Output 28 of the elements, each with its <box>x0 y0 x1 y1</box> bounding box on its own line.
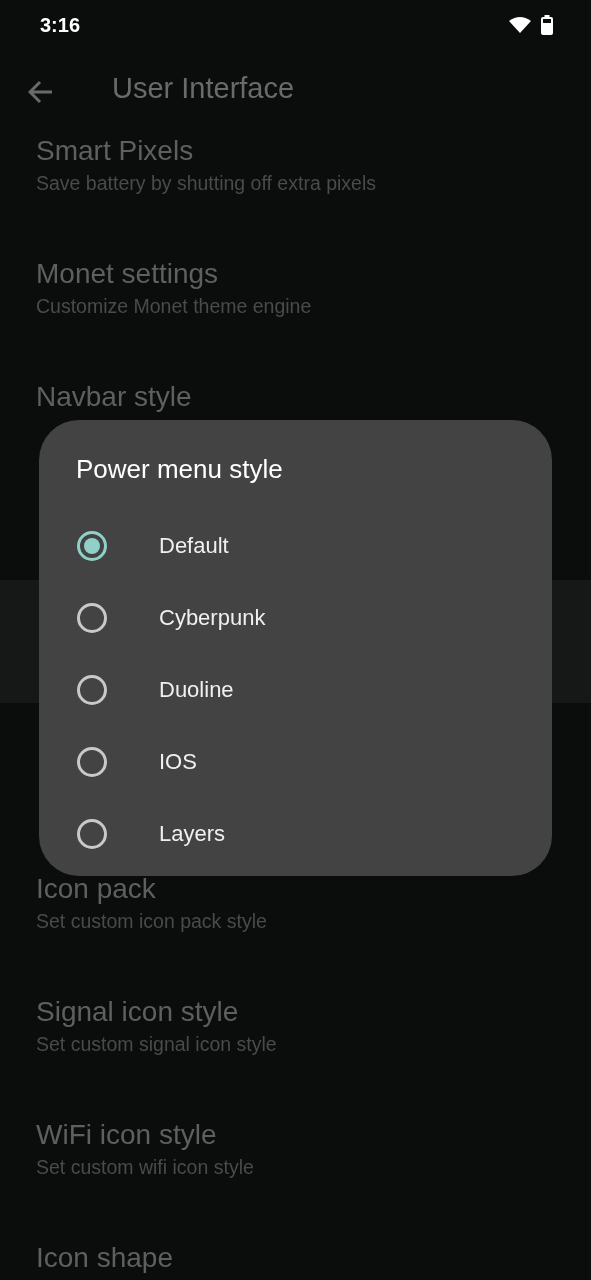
setting-summary: Customize Monet theme engine <box>36 294 313 319</box>
radio-button[interactable] <box>77 747 107 777</box>
setting-summary: Set custom icon pack style <box>36 909 268 934</box>
radio-button[interactable] <box>77 531 107 561</box>
setting-title: Signal icon style <box>36 995 240 1029</box>
option-label[interactable]: Default <box>159 533 229 559</box>
setting-title: Navbar style <box>36 380 193 414</box>
radio-button[interactable] <box>77 675 107 705</box>
setting-title: Monet settings <box>36 257 220 291</box>
battery-icon <box>541 15 553 35</box>
back-arrow-icon[interactable] <box>28 79 54 104</box>
option-label[interactable]: Cyberpunk <box>159 605 266 631</box>
option-label[interactable]: Duoline <box>159 677 234 703</box>
setting-summary: Set custom wifi icon style <box>36 1155 255 1180</box>
status-time: 3:16 <box>40 13 81 37</box>
wifi-icon <box>509 17 531 33</box>
option-label[interactable]: IOS <box>159 749 197 775</box>
setting-summary: Save battery by shutting off extra pixels <box>36 171 377 196</box>
setting-title: Smart Pixels <box>36 134 195 168</box>
dialog-title: Power menu style <box>75 453 284 486</box>
radio-button[interactable] <box>77 819 107 849</box>
setting-title: WiFi icon style <box>36 1118 218 1152</box>
option-label[interactable]: Layers <box>159 821 226 847</box>
setting-title: Icon shape <box>36 1241 174 1275</box>
toolbar-title: User Interface <box>112 72 295 106</box>
setting-title: Icon pack <box>36 872 157 906</box>
setting-summary: Set custom signal icon style <box>36 1032 278 1057</box>
radio-button[interactable] <box>77 603 107 633</box>
